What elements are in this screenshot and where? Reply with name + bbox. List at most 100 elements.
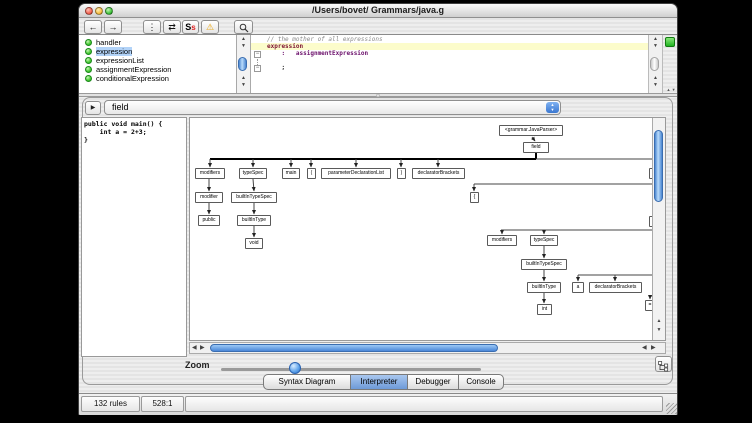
tree-node[interactable]: builtInTypeSpec [231,192,277,203]
tab-syntax-diagram[interactable]: Syntax Diagram [263,374,351,390]
split-arrows-icon[interactable]: ▲ ▼ [664,88,678,92]
rules-scrollbar[interactable]: ▲ ▼ ▲ ▼ [237,35,251,93]
scroll-left-icon[interactable]: ◀ [192,343,197,353]
scroll-up-icon[interactable]: ▲ [237,36,250,42]
tree-node[interactable]: modifiers [195,168,225,179]
goto-rule-button[interactable]: ⇄ [163,20,181,34]
grammar-editor[interactable]: // the mother of all expressions express… [251,35,649,93]
status-bar: 132 rules 528:1 [79,393,677,415]
search-icon [239,23,249,33]
scroll-down-icon[interactable]: ▼ [649,82,662,88]
tree-view-toggle-button[interactable] [655,356,672,372]
forward-button[interactable]: → [104,20,122,34]
rule-label: assignmentExpression [96,65,171,74]
tree-edges [190,118,666,341]
rule-label: handler [96,38,121,47]
tree-node[interactable]: typeSpec [530,235,558,246]
goto-icon: ⇄ [168,22,176,32]
check-grammar-button[interactable]: ⚠ [201,20,219,34]
syntax-coloring-button[interactable]: Ss [182,20,199,34]
rule-status-icon [85,48,92,55]
combobox-stepper-icon[interactable]: ▲▼ [546,102,559,113]
code-line: expression [267,43,303,50]
warning-icon: ⚠ [206,22,214,32]
tree-node[interactable]: void [245,238,263,249]
tree-node[interactable]: field [523,142,549,153]
resize-grip[interactable] [666,403,677,414]
sort-icon: ⋮ [148,22,157,32]
scroll-up-icon[interactable]: ▲ [649,36,662,42]
tree-node[interactable]: <grammar.JavaParser> [499,125,563,136]
title-bar[interactable]: /Users/bovet/ Grammars/java.g [79,4,677,18]
parse-tree-panel: <grammar.JavaParser> field modifiers typeSp… [189,117,666,341]
scroll-up-icon[interactable]: ▲ [653,318,665,324]
rules-count-status: 132 rules [81,396,140,412]
tree-node[interactable]: { [470,192,479,203]
scroll-up-icon[interactable]: ▲ [649,75,662,81]
rule-status-icon [85,39,92,46]
tree-node[interactable]: public [198,215,220,226]
rule-item-conditionalexpression[interactable]: conditionalExpression [79,74,236,83]
start-rule-combobox[interactable]: field ▲▼ [104,100,561,115]
back-button[interactable]: ← [84,20,102,34]
rule-label: conditionalExpression [96,74,169,83]
tree-node[interactable]: ( [307,168,316,179]
fold-toggle-icon[interactable]: − [254,51,261,58]
tree-node[interactable]: builtInType [237,215,271,226]
grammar-ok-indicator [665,37,675,47]
scroll-down-icon[interactable]: ▼ [649,43,662,49]
tree-horizontal-scrollbar[interactable]: ◀ ▶ ◀ ▶ [189,342,666,354]
interpreter-input-editor[interactable]: public void main() { int a = 2+3; } [81,117,187,357]
tree-node[interactable]: modifier [195,192,223,203]
tree-node[interactable]: ) [397,168,406,179]
editor-scrollbar[interactable]: ▲ ▼ ▲ ▼ [649,35,663,93]
scroll-down-icon[interactable]: ▼ [237,82,250,88]
rule-item-expressionlist[interactable]: expressionList [79,56,236,65]
rule-item-handler[interactable]: handler [79,38,236,47]
scroll-down-icon[interactable]: ▼ [237,43,250,49]
fold-toggle-icon[interactable]: − [254,65,261,72]
tab-interpreter[interactable]: Interpreter [350,374,408,390]
current-line-highlight [251,43,648,50]
tree-node[interactable]: declaratorBrackets [589,282,642,293]
rule-item-assignmentexpression[interactable]: assignmentExpression [79,65,236,74]
rules-list: handler expression expressionList assign… [79,35,237,93]
tree-vertical-scrollbar[interactable]: ▲ ▼ [652,118,665,341]
code-line: // the mother of all expressions [267,36,383,43]
tree-node[interactable]: main [282,168,300,179]
tree-node[interactable]: builtInType [527,282,561,293]
scrollbar-thumb[interactable] [210,344,498,352]
scrollbar-thumb[interactable] [650,57,659,71]
play-icon: ▶ [91,105,96,111]
tab-debugger[interactable]: Debugger [407,374,459,390]
tree-node[interactable]: typeSpec [239,168,267,179]
scroll-up-icon[interactable]: ▲ [237,75,250,81]
scroll-right-icon[interactable]: ▶ [651,343,656,353]
window-title: /Users/bovet/ Grammars/java.g [79,5,677,15]
scroll-left-icon[interactable]: ◀ [642,343,647,353]
tree-node[interactable]: declaratorBrackets [412,168,465,179]
toolbar: ← → ⋮ ⇄ Ss ⚠ [79,18,677,35]
rule-status-icon [85,66,92,73]
rule-item-expression[interactable]: expression [79,47,236,56]
zoom-slider-track[interactable] [221,368,481,371]
zoom-label: Zoom [185,360,210,370]
message-status [185,396,663,412]
scroll-right-icon[interactable]: ▶ [200,343,205,353]
parse-tree-canvas: <grammar.JavaParser> field modifiers typeSp… [190,118,666,341]
grammar-status-column: ▲ ▼ [664,35,678,93]
scrollbar-thumb[interactable] [654,130,663,202]
scroll-down-icon[interactable]: ▼ [653,327,665,333]
tree-node[interactable]: a [572,282,584,293]
tree-node[interactable]: modifiers [487,235,517,246]
tree-node[interactable]: int [537,304,552,315]
tab-console[interactable]: Console [458,374,504,390]
tree-node[interactable]: builtInTypeSpec [521,259,567,270]
tree-node[interactable]: parameterDeclarationList [321,168,391,179]
zoom-slider-thumb[interactable] [289,362,301,374]
code-line: ; [267,64,285,71]
run-interpreter-button[interactable]: ▶ [85,101,101,115]
scrollbar-thumb[interactable] [238,57,247,71]
sort-rules-button[interactable]: ⋮ [143,20,161,34]
find-button[interactable] [234,20,253,34]
